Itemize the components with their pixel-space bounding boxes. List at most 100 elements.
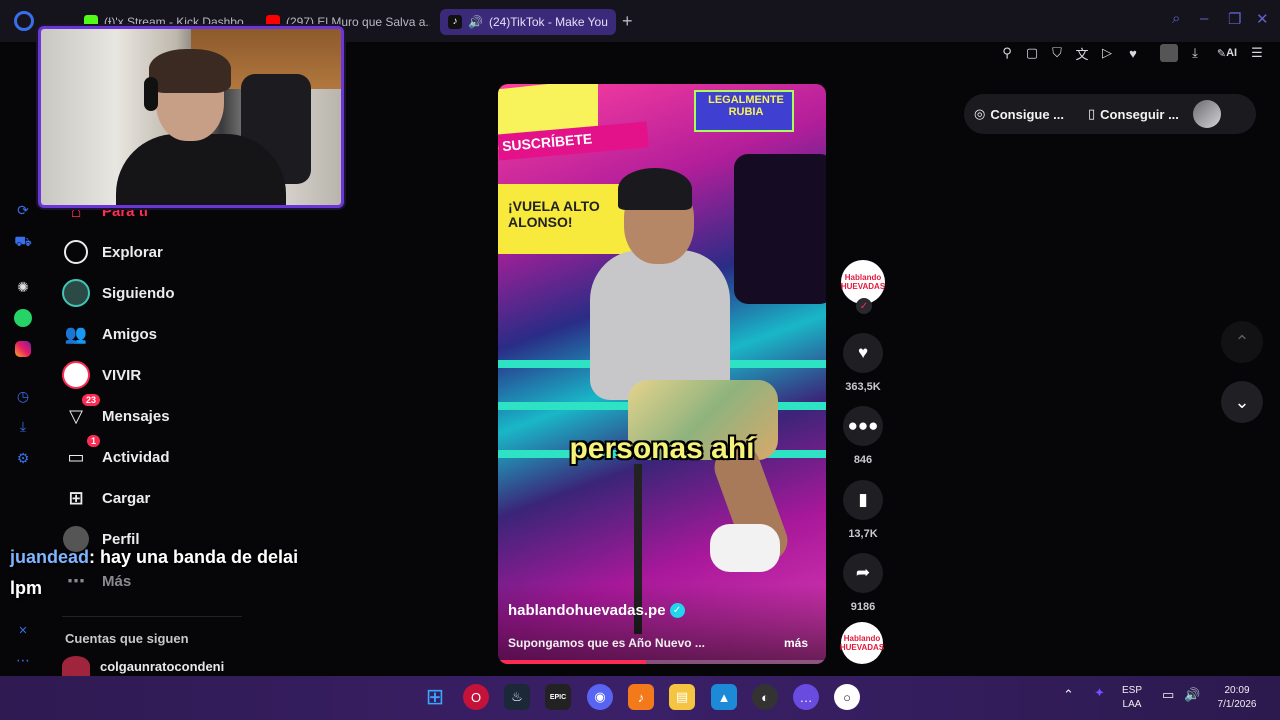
video-player[interactable]: LEGALMENTE RUBIA SUSCRÍBETE ¡VUELA ALTO … (498, 84, 826, 664)
get-coins-button[interactable]: ◎ Consigue ... (974, 106, 1064, 122)
get-coins-label: Consigue ... (990, 106, 1065, 122)
save-action[interactable]: ▮ 13,7K (843, 480, 883, 540)
close-icon[interactable]: ✕ (1256, 10, 1269, 28)
nav-label: Siguiendo (102, 284, 175, 302)
previous-video-button[interactable]: ⌃ (1221, 321, 1263, 363)
chat-message: juandead: hay una banda de delai (10, 547, 298, 568)
pin-icon[interactable]: ⚲ (998, 44, 1016, 62)
nav-mas[interactable]: ⋯ Más (62, 566, 131, 596)
bookmark-icon[interactable]: ▮ (843, 480, 883, 520)
tab-label: (24)TikTok - Make You (488, 15, 608, 29)
windows-start-icon[interactable]: ⊞ (422, 684, 448, 710)
speaker-icon[interactable]: 🔊 (468, 15, 483, 29)
user-avatar[interactable] (1192, 100, 1221, 128)
nav-mensajes[interactable]: ▽ 23 Mensajes (62, 394, 170, 431)
volume-icon[interactable]: 🔊 (1184, 688, 1200, 702)
like-action[interactable]: ♥ 363,5K (843, 333, 883, 393)
video-author[interactable]: hablandohuevadas.pe ✓ (508, 602, 685, 619)
language-line2: LAA (1122, 699, 1142, 710)
top-right-actions: ◎ Consigue ... ▯ Conseguir ... (964, 94, 1256, 134)
video-bg-panel: ¡VUELA ALTO ALONSO! (498, 184, 638, 254)
video-progress-bar[interactable] (498, 660, 826, 664)
account-avatar (62, 656, 90, 676)
obs-icon[interactable]: ◐ (752, 684, 778, 710)
refresh-icon[interactable]: ⟳ (13, 200, 33, 220)
nav-actividad[interactable]: ▭ 1 Actividad (62, 435, 170, 472)
restore-icon[interactable]: ❐ (1228, 10, 1241, 28)
aria-ai-button[interactable]: ✎ AI (1212, 44, 1242, 62)
search-tabs-icon[interactable]: ⌕ (1172, 10, 1180, 27)
streamer-hair (149, 49, 231, 93)
friends-icon: 👥 (64, 323, 88, 344)
instagram-icon[interactable] (13, 339, 33, 359)
chat-app-icon[interactable]: … (793, 684, 819, 710)
clock-date: 7/1/2026 (1217, 699, 1257, 710)
nav-label: Mensajes (102, 407, 170, 425)
next-video-button[interactable]: ⌄ (1221, 381, 1263, 423)
fl-studio-icon[interactable]: ♪ (628, 684, 654, 710)
translate-icon[interactable]: 文 (1073, 44, 1091, 62)
play-icon[interactable]: ▷ (1098, 44, 1116, 62)
comment-count: 846 (853, 454, 873, 466)
language-indicator[interactable]: ESP LAA (1122, 684, 1142, 712)
downloads-sidebar-icon[interactable]: ⤓ (13, 416, 33, 436)
opera-logo-icon[interactable] (14, 11, 34, 31)
more-sidebar-icon[interactable]: ⋯ (13, 650, 33, 670)
music-disc-avatar[interactable]: Hablando HUEVADAS (840, 622, 884, 664)
follow-check-icon[interactable]: ✓ (856, 298, 872, 314)
nav-cargar[interactable]: ⊞ Cargar (62, 483, 150, 513)
menu-icon[interactable]: ☰ (1248, 44, 1266, 62)
streamlabs-icon[interactable]: ○ (834, 684, 860, 710)
tab-tiktok[interactable]: ♪ 🔊 (24)TikTok - Make You (440, 9, 616, 35)
video-bg-text: SUSCRÍBETE (501, 130, 593, 155)
heart-icon[interactable]: ♥ (1124, 44, 1142, 62)
network-icon[interactable]: ▭ (1162, 688, 1174, 702)
nav-label: Perfil (102, 530, 140, 548)
extensions-icon[interactable]: ✕ (13, 620, 33, 640)
shield-icon[interactable]: ⛉ (1048, 44, 1066, 62)
comment-icon[interactable]: ●●● (843, 406, 883, 446)
author-name: hablandohuevadas.pe (508, 602, 666, 619)
video-progress-fill (498, 660, 646, 664)
chatgpt-icon[interactable]: ✺ (13, 277, 33, 297)
video-bg-text: LEGALMENTE RUBIA (708, 94, 784, 118)
heart-icon[interactable]: ♥ (843, 333, 883, 373)
video-bg-panel (734, 154, 826, 304)
share-count: 9186 (850, 601, 876, 613)
nav-explorar[interactable]: Explorar (62, 237, 163, 267)
epic-games-icon[interactable]: EPIC (545, 684, 571, 710)
whatsapp-icon[interactable] (13, 308, 33, 328)
history-icon[interactable]: ◷ (13, 386, 33, 406)
nav-siguiendo[interactable]: Siguiendo (62, 278, 175, 308)
new-tab-button[interactable]: + (622, 11, 633, 31)
following-account-item[interactable]: colgaunratocondeni (62, 656, 224, 676)
download-icon[interactable]: ⤓ (1186, 44, 1204, 62)
description-more-button[interactable]: más (784, 636, 808, 650)
discord-icon[interactable]: ◉ (587, 684, 613, 710)
profile-picture-icon[interactable] (1160, 44, 1178, 62)
settings-icon[interactable]: ⚙ (13, 448, 33, 468)
file-explorer-icon[interactable]: ▤ (669, 684, 695, 710)
share-icon[interactable]: ➦ (843, 553, 883, 593)
tray-app-icon[interactable]: ✦ (1094, 686, 1105, 700)
snapshot-icon[interactable]: ▢ (1023, 44, 1041, 62)
opera-gx-icon[interactable]: O (463, 684, 489, 710)
nav-vivir[interactable]: VIVIR (62, 360, 141, 390)
nav-amigos[interactable]: 👥 Amigos (62, 319, 157, 349)
steam-icon[interactable]: ♨ (504, 684, 530, 710)
phone-icon: ▯ (1088, 106, 1096, 121)
share-action[interactable]: ➦ 9186 (843, 553, 883, 613)
tray-chevron-up-icon[interactable]: ⌃ (1063, 688, 1074, 702)
more-icon: ⋯ (67, 570, 85, 591)
nav-label: VIVIR (102, 366, 142, 384)
comment-action[interactable]: ●●● 846 (843, 406, 883, 466)
minimize-icon[interactable]: – (1200, 10, 1208, 27)
clock[interactable]: 20:09 7/1/2026 (1212, 684, 1262, 712)
get-app-label: Conseguir ... (1100, 106, 1179, 122)
nav-label: Explorar (102, 243, 163, 261)
crypto-wallet-icon[interactable]: ⛟ (13, 232, 33, 252)
photos-icon[interactable]: ▲ (711, 684, 737, 710)
messages-icon: ▽ 23 (62, 394, 100, 430)
language-line1: ESP (1122, 685, 1143, 696)
get-app-button[interactable]: ▯ Conseguir ... (1088, 106, 1179, 122)
